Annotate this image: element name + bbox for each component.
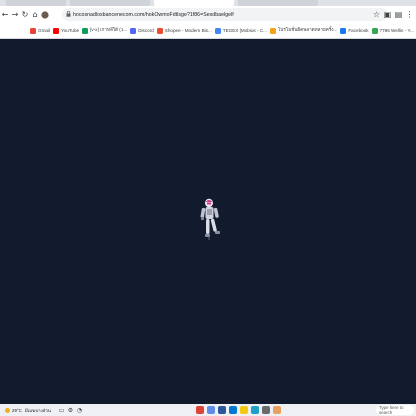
notification-icon[interactable]: ◔: [75, 405, 84, 415]
bookmark-item[interactable]: Gmail: [30, 27, 50, 34]
menu-icon[interactable]: ⋮: [405, 8, 414, 22]
mail-app-icon[interactable]: [228, 406, 237, 414]
bookmark-label: Shopee - Modern Bis...: [164, 28, 212, 33]
chrome-app-icon[interactable]: [195, 406, 204, 414]
toolbar-actions: ☆ ▣ ▤ ⋮: [372, 8, 414, 21]
bookmark-label: [v-x] เกาหลีใต้ (1...: [90, 27, 128, 32]
bookmark-favicon-icon: [214, 27, 221, 34]
bookmark-label: Gmail: [38, 28, 50, 33]
bookmark-item[interactable]: YouTube: [53, 27, 80, 34]
store-app-icon[interactable]: [261, 406, 270, 414]
word-app-icon[interactable]: [217, 406, 226, 414]
bookmark-item[interactable]: 7786 Wellin - Y...: [371, 27, 414, 34]
game-canvas[interactable]: [0, 40, 416, 404]
bookmark-item[interactable]: Facebook: [340, 27, 369, 34]
taskbar-search-placeholder: Type here to search: [379, 405, 404, 415]
sidepanel-icon[interactable]: ▤: [394, 8, 403, 22]
extension-icon[interactable]: ▣: [383, 8, 392, 22]
files-app-icon[interactable]: [239, 406, 248, 414]
weather-description: มีเมฆบางส่วน: [24, 407, 51, 413]
task-view-icon[interactable]: ▭: [57, 405, 66, 415]
bookmark-favicon-icon: [340, 27, 347, 34]
edge-app-icon[interactable]: [250, 406, 259, 414]
player-character-sprite: [200, 198, 220, 240]
bookmark-favicon-icon: [53, 27, 59, 34]
bookmark-label: Discord: [138, 28, 154, 33]
game-app-icon[interactable]: [272, 406, 281, 414]
bookmark-item[interactable]: Shopee - Modern Bis...: [156, 27, 212, 34]
profile-avatar[interactable]: [40, 8, 50, 22]
bookmark-item[interactable]: [v-x] เกาหลีใต้ (1...: [82, 27, 127, 34]
bookmark-item[interactable]: Discord: [130, 27, 154, 34]
bookmark-label: Facebook: [348, 28, 369, 33]
url-text: hocosnadlosbancenecom.com/hokOwmoFdtlsge…: [73, 11, 234, 18]
home-icon[interactable]: ⌂: [30, 8, 40, 22]
bookmark-favicon-icon: [269, 27, 276, 34]
weather-icon: [3, 405, 12, 415]
bookmarks-bar: Gmail YouTube [v-x] เกาหลีใต้ (1... Discord…: [0, 23, 416, 39]
taskbar-search[interactable]: Type here to search: [376, 405, 414, 415]
settings-icon[interactable]: ⚙: [66, 405, 75, 415]
bookmark-favicon-icon: [156, 27, 163, 34]
bookmark-favicon-icon: [371, 27, 378, 34]
lock-icon: [66, 10, 73, 19]
forward-icon[interactable]: →: [10, 8, 20, 22]
bookmark-item[interactable]: โปรโมชั่นผิดพลาดหลายครั้ง...: [269, 27, 338, 34]
bookmark-favicon-icon: [82, 27, 89, 34]
taskbar: 29°C มีเมฆบางส่วน ▭ ⚙ ◔ Type here to sea…: [0, 404, 416, 416]
reload-icon[interactable]: ↻: [20, 8, 30, 22]
back-icon[interactable]: ←: [0, 8, 10, 22]
weather-temp: 29°C: [12, 407, 22, 413]
bookmark-label: โปรโมชั่นผิดพลาดหลายครั้ง...: [277, 27, 338, 32]
bookmark-favicon-icon: [30, 27, 36, 34]
photos-app-icon[interactable]: [206, 406, 215, 414]
bookmark-favicon-icon: [130, 27, 137, 34]
bookmark-label: 7786 Wellin - Y...: [379, 28, 414, 33]
taskbar-apps: [195, 406, 284, 414]
bookmark-label: TEGEX [Mobius - C...: [222, 28, 267, 33]
bookmark-item[interactable]: TEGEX [Mobius - C...: [214, 27, 267, 34]
address-bar[interactable]: hocosnadlosbancenecom.com/hokOwmoFdtlsge…: [62, 8, 388, 21]
bookmark-label: YouTube: [61, 28, 80, 33]
bookmark-star-icon[interactable]: ☆: [372, 8, 381, 22]
browser-toolbar: ← → ↻ ⌂ hocosnadlosbancenecom.com/hokOwm…: [0, 6, 416, 23]
